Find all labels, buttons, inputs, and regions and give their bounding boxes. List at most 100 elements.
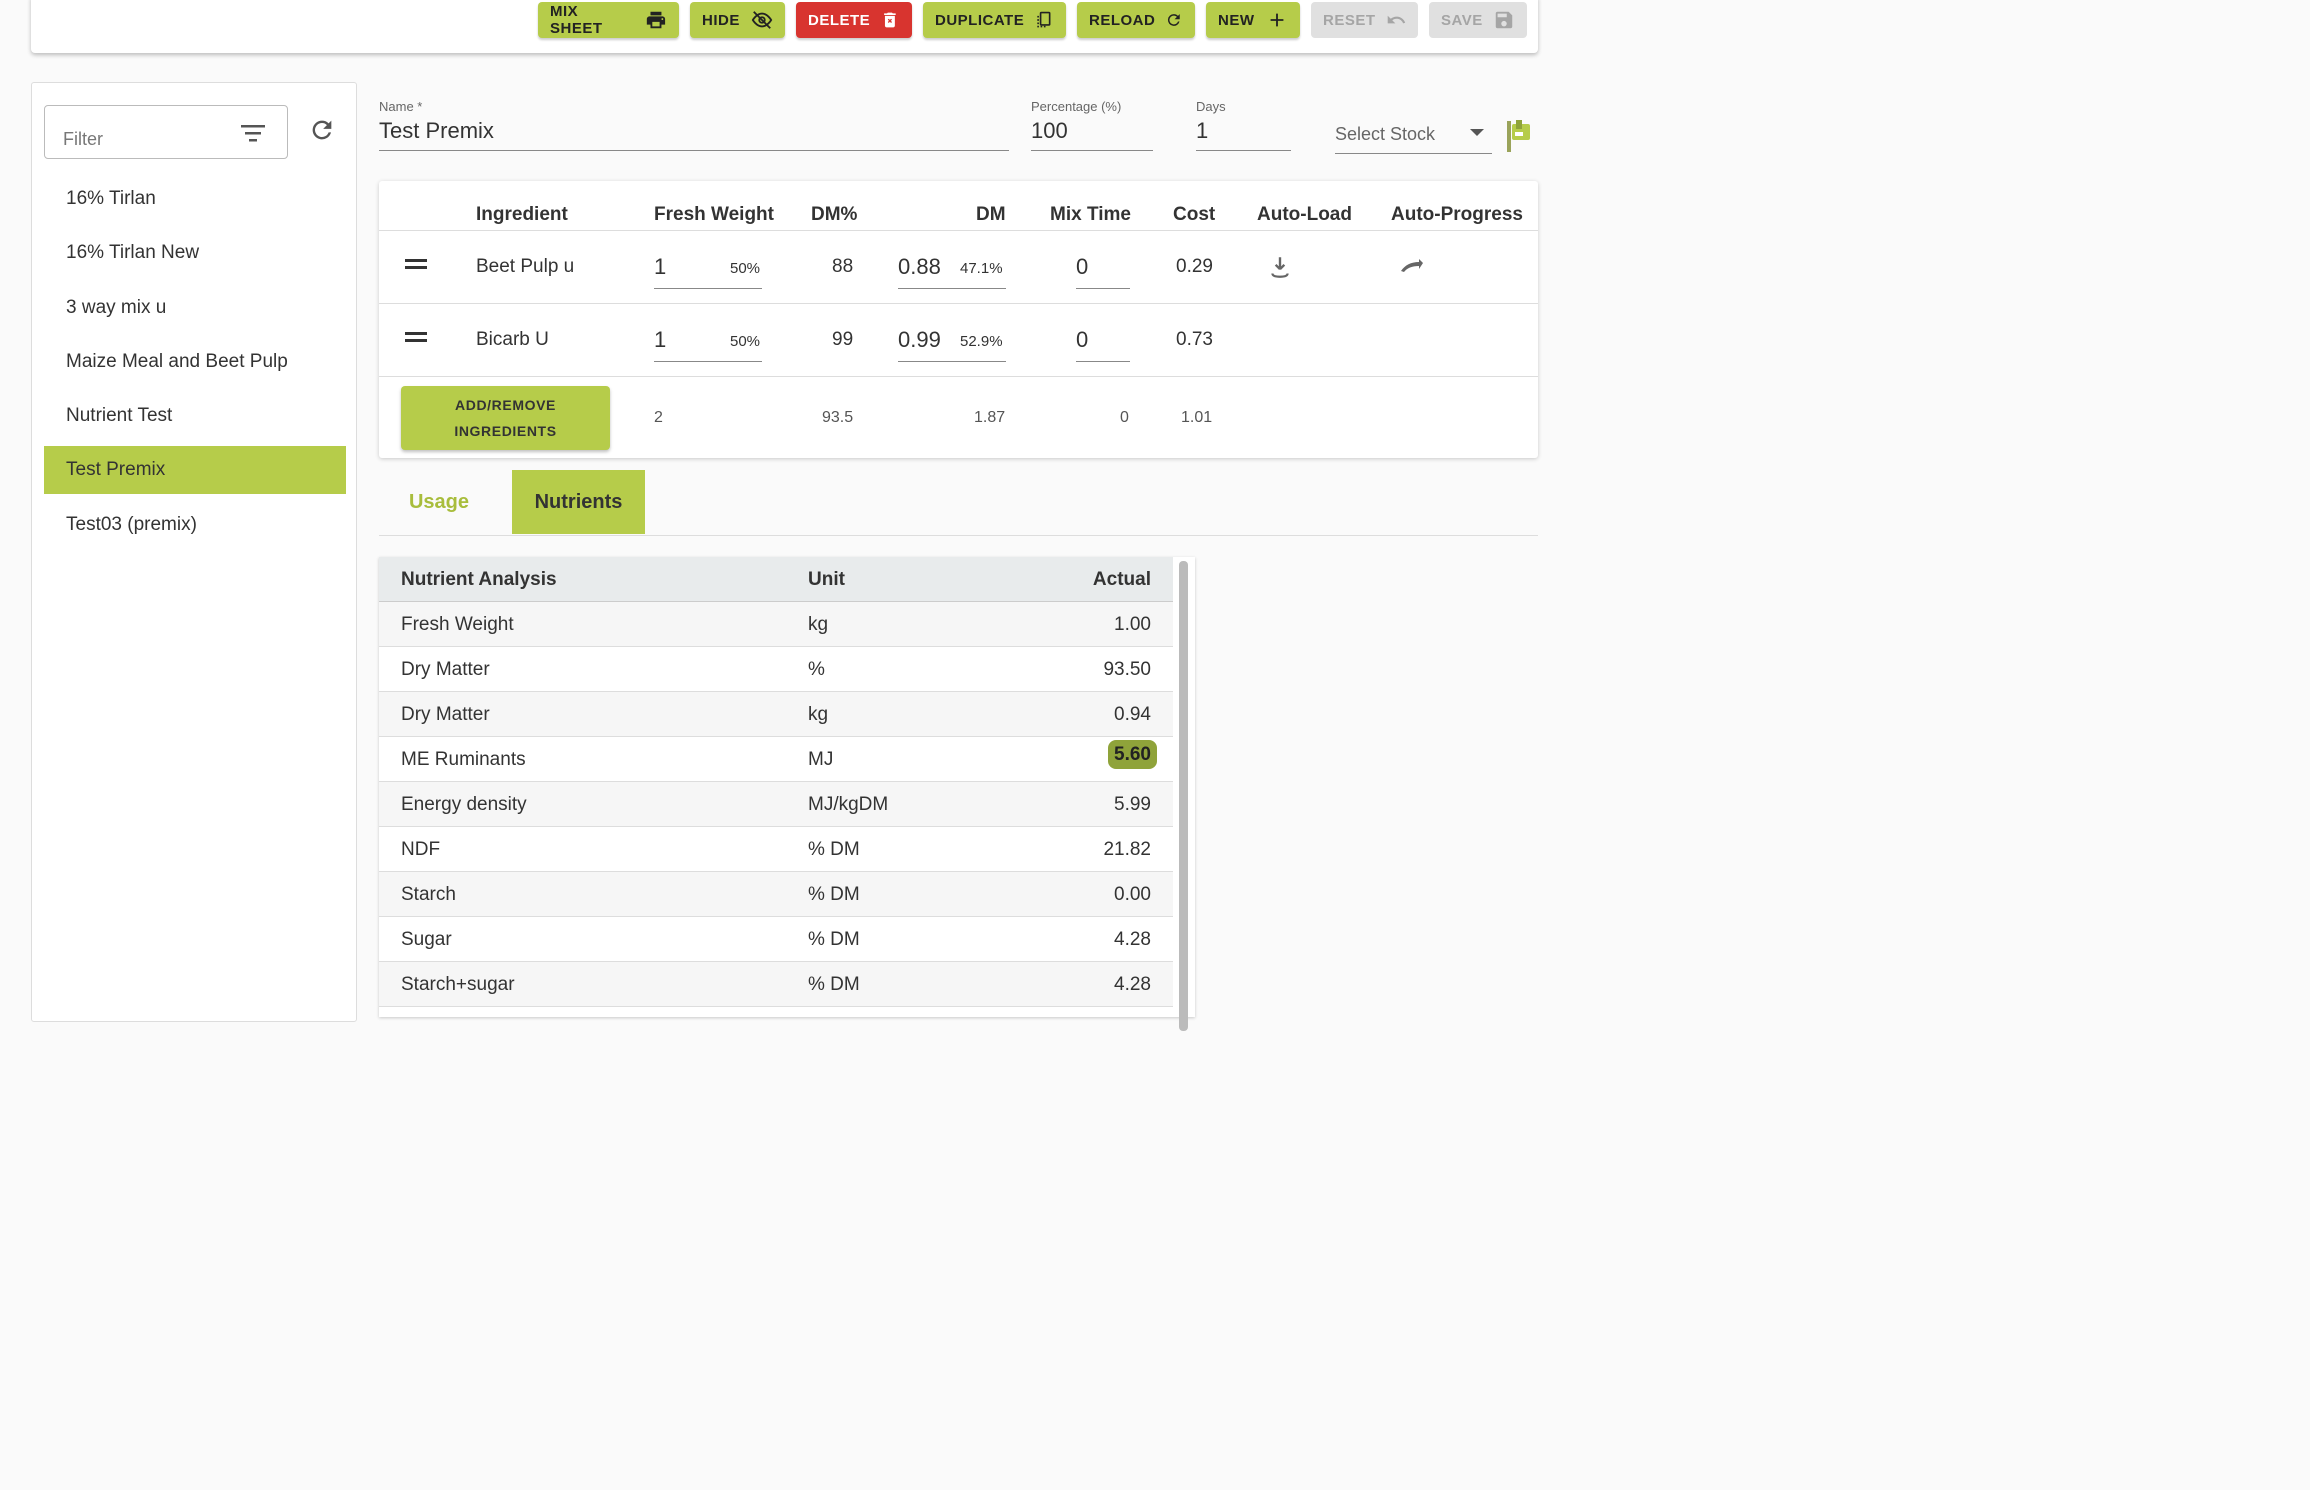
nutrient-name: Fresh Weight <box>401 614 514 635</box>
nutrient-unit: % DM <box>808 884 860 905</box>
fresh-weight-underline <box>654 287 762 289</box>
col-auto-progress: Auto-Progress <box>1391 204 1523 225</box>
fresh-weight-input[interactable]: 1 <box>654 254 666 280</box>
table-row: Fresh Weight kg 1.00 <box>379 602 1173 647</box>
new-button[interactable]: NEW <box>1206 2 1300 38</box>
dm-pct-value: 88 <box>832 256 854 277</box>
percentage-value[interactable]: 100 <box>1031 118 1153 151</box>
list-item-label: 16% Tirlan New <box>66 242 200 264</box>
tab-nutrients[interactable]: Nutrients <box>512 470 645 534</box>
col-dm: DM <box>976 204 1006 225</box>
table-row: NDF % DM 21.82 <box>379 827 1173 872</box>
tab-usage[interactable]: Usage <box>379 470 499 534</box>
hide-button[interactable]: HIDE <box>690 2 785 38</box>
add-remove-label-line2: INGREDIENTS <box>454 423 557 439</box>
refresh-list-icon[interactable] <box>308 116 336 144</box>
nutrient-actual: 1.00 <box>1114 614 1151 635</box>
drag-handle-icon[interactable] <box>405 259 427 269</box>
drag-handle-icon[interactable] <box>405 332 427 342</box>
save-label: SAVE <box>1441 11 1483 29</box>
nutrient-actual-highlighted: 5.60 <box>1108 740 1157 769</box>
mix-time-input[interactable]: 0 <box>1076 254 1088 280</box>
days-label: Days <box>1196 99 1226 114</box>
list-item[interactable]: Nutrient Test <box>44 392 346 440</box>
nutrient-unit: MJ <box>808 749 834 770</box>
nutrient-unit: % DM <box>808 929 860 950</box>
list-item-selected[interactable]: Test Premix <box>44 446 346 495</box>
dm-share: 52.9% <box>960 333 1003 350</box>
save-button[interactable]: SAVE <box>1429 2 1527 38</box>
trash-icon <box>884 12 896 28</box>
filter-placeholder: Filter <box>63 129 103 149</box>
nutrient-actual: 4.28 <box>1114 974 1151 995</box>
mix-time-input[interactable]: 0 <box>1076 327 1088 353</box>
name-field[interactable]: Name * Test Premix <box>379 99 1009 151</box>
refresh-icon <box>1168 14 1181 26</box>
percentage-label: Percentage (%) <box>1031 99 1122 114</box>
filter-icon[interactable] <box>239 122 267 144</box>
ingredient-name: Beet Pulp u <box>476 256 575 277</box>
highlight-badge: 5.60 <box>1108 740 1157 769</box>
dm-input[interactable]: 0.88 <box>898 254 941 280</box>
list-item-label: Maize Meal and Beet Pulp <box>66 350 288 372</box>
table-row: Starch % DM 0.00 <box>379 872 1173 917</box>
delete-button[interactable]: DELETE <box>796 2 912 38</box>
dm-input[interactable]: 0.99 <box>898 327 941 353</box>
name-value[interactable]: Test Premix <box>379 118 1009 151</box>
floppy-icon <box>1495 11 1513 29</box>
premix-list: 16% Tirlan 16% Tirlan New 3 way mix u Ma… <box>44 175 346 555</box>
table-row: Bicarb U 1 50% 99 0.99 52.9% 0 0.73 <box>379 303 1538 376</box>
eye-off-icon <box>751 11 773 29</box>
nutrient-actual: 21.82 <box>1103 839 1151 860</box>
chevron-down-icon <box>1470 129 1484 136</box>
nutrient-unit: % DM <box>808 839 860 860</box>
dm-pct-value: 99 <box>832 329 854 350</box>
list-item[interactable]: 16% Tirlan New <box>44 229 346 277</box>
col-mix-time: Mix Time <box>1050 204 1131 225</box>
dm-share: 47.1% <box>960 260 1003 277</box>
stock-link-icon[interactable] <box>1505 118 1533 154</box>
add-remove-ingredients-button[interactable]: ADD/REMOVE INGREDIENTS <box>401 386 610 450</box>
fresh-weight-input[interactable]: 1 <box>654 327 666 353</box>
col-actual: Actual <box>1092 569 1151 590</box>
redo-icon[interactable] <box>1397 253 1429 281</box>
undo-icon <box>1387 15 1405 24</box>
select-stock-placeholder: Select Stock <box>1335 124 1436 144</box>
list-item-label: Nutrient Test <box>66 405 173 427</box>
percentage-field[interactable]: Percentage (%) 100 <box>1031 99 1153 151</box>
days-field[interactable]: Days 1 <box>1196 99 1291 151</box>
fresh-weight-pct: 50% <box>730 333 761 350</box>
add-remove-label-line1: ADD/REMOVE <box>455 397 556 413</box>
col-cost: Cost <box>1173 204 1216 225</box>
list-item[interactable]: 16% Tirlan <box>44 175 346 223</box>
nutrient-table-header: Nutrient Analysis Unit Actual <box>379 557 1173 602</box>
nutrient-unit: % DM <box>808 974 860 995</box>
list-item-label: 3 way mix u <box>66 296 167 318</box>
total-dm: 1.87 <box>974 409 1006 426</box>
mix-sheet-button[interactable]: MIX SHEET <box>538 2 679 38</box>
table-row: ME Ruminants MJ 5.60 <box>379 737 1173 782</box>
duplicate-button[interactable]: DUPLICATE <box>923 2 1066 38</box>
new-label: NEW <box>1218 11 1255 29</box>
reset-button[interactable]: RESET <box>1311 2 1418 38</box>
nutrient-scrollbar[interactable] <box>1179 561 1188 1031</box>
cost-value: 0.29 <box>1176 256 1213 277</box>
col-auto-load: Auto-Load <box>1257 204 1352 225</box>
duplicate-label: DUPLICATE <box>935 11 1025 29</box>
total-dm-pct: 93.5 <box>822 409 854 426</box>
select-stock-dropdown[interactable]: Select Stock <box>1335 124 1492 154</box>
nutrient-table: Nutrient Analysis Unit Actual Fresh Weig… <box>379 557 1195 1031</box>
printer-icon <box>646 11 666 29</box>
list-item[interactable]: Maize Meal and Beet Pulp <box>44 338 346 386</box>
mix-sheet-label: MIX SHEET <box>550 3 603 37</box>
list-item[interactable]: 3 way mix u <box>44 284 346 332</box>
total-fresh-weight: 2 <box>654 409 663 426</box>
total-cost: 1.01 <box>1181 409 1213 426</box>
list-item[interactable]: Test03 (premix) <box>44 501 346 549</box>
download-icon[interactable] <box>1267 254 1293 280</box>
toolbar: MIX SHEET HIDE DELETE DUPLICATE RELOAD N… <box>31 0 1538 53</box>
days-value[interactable]: 1 <box>1196 118 1291 151</box>
dm-underline <box>898 287 1006 289</box>
filter-input[interactable]: Filter <box>44 105 288 159</box>
reload-button[interactable]: RELOAD <box>1077 2 1195 38</box>
